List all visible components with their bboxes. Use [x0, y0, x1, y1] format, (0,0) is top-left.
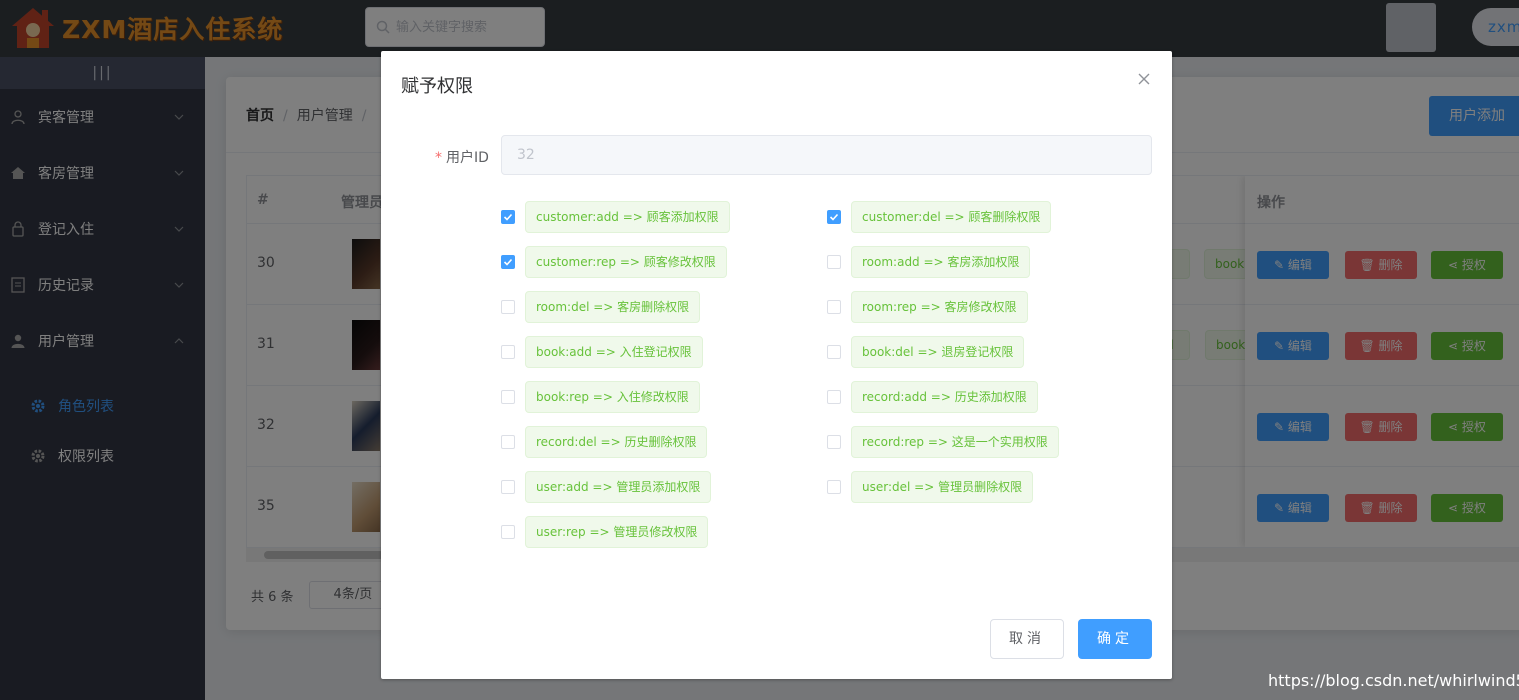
permission-option[interactable]: room:del => 客房删除权限: [501, 291, 701, 323]
permission-checkbox[interactable]: [501, 435, 515, 449]
permission-option[interactable]: room:rep => 客房修改权限: [827, 291, 1028, 323]
permission-checkbox[interactable]: [501, 255, 515, 269]
watermark: https://blog.csdn.net/whirlwind526: [1268, 671, 1519, 690]
permission-checkbox[interactable]: [501, 210, 515, 224]
permission-checkbox[interactable]: [827, 210, 841, 224]
permission-tag: customer:rep => 顾客修改权限: [525, 246, 727, 278]
user-id-field: 32: [501, 135, 1152, 175]
permission-checkbox[interactable]: [827, 345, 841, 359]
permission-option[interactable]: record:add => 历史添加权限: [827, 381, 1038, 413]
permission-checkbox[interactable]: [827, 390, 841, 404]
permission-option[interactable]: book:rep => 入住修改权限: [501, 381, 700, 413]
grant-permission-dialog: 赋予权限 * 用户ID 32 customer:add => 顾客添加权限 cust…: [381, 51, 1172, 679]
cancel-button[interactable]: 取消: [990, 619, 1064, 659]
close-icon[interactable]: [1136, 71, 1152, 87]
permission-option[interactable]: book:add => 入住登记权限: [501, 336, 703, 368]
confirm-button[interactable]: 确定: [1078, 619, 1152, 659]
permission-checkbox[interactable]: [501, 300, 515, 314]
permission-option[interactable]: user:del => 管理员删除权限: [827, 471, 1034, 503]
permission-tag: room:add => 客房添加权限: [851, 246, 1031, 278]
permission-tag: record:rep => 这是一个实用权限: [851, 426, 1059, 458]
permission-tag: room:rep => 客房修改权限: [851, 291, 1028, 323]
permission-tag: user:add => 管理员添加权限: [525, 471, 712, 503]
dialog-title: 赋予权限: [401, 76, 473, 97]
permission-option[interactable]: customer:del => 顾客删除权限: [827, 201, 1052, 233]
permission-tag: user:del => 管理员删除权限: [851, 471, 1034, 503]
permission-option[interactable]: book:del => 退房登记权限: [827, 336, 1025, 368]
permission-tag: book:del => 退房登记权限: [851, 336, 1025, 368]
permission-option[interactable]: customer:add => 顾客添加权限: [501, 201, 730, 233]
permission-checkbox[interactable]: [501, 390, 515, 404]
permission-checkbox[interactable]: [827, 300, 841, 314]
permission-option[interactable]: record:rep => 这是一个实用权限: [827, 426, 1059, 458]
permission-tag: user:rep => 管理员修改权限: [525, 516, 709, 548]
permission-option[interactable]: user:add => 管理员添加权限: [501, 471, 712, 503]
permission-tag: record:add => 历史添加权限: [851, 381, 1038, 413]
permission-checkbox[interactable]: [501, 480, 515, 494]
permission-option[interactable]: customer:rep => 顾客修改权限: [501, 246, 727, 278]
permission-tag: room:del => 客房删除权限: [525, 291, 701, 323]
permission-checkbox[interactable]: [501, 345, 515, 359]
permission-checkbox[interactable]: [827, 255, 841, 269]
permission-tag: customer:add => 顾客添加权限: [525, 201, 730, 233]
permission-tag: book:add => 入住登记权限: [525, 336, 703, 368]
permission-checkbox[interactable]: [501, 525, 515, 539]
permission-tag: customer:del => 顾客删除权限: [851, 201, 1052, 233]
permission-checkbox[interactable]: [827, 480, 841, 494]
permission-option[interactable]: room:add => 客房添加权限: [827, 246, 1031, 278]
permission-tag: book:rep => 入住修改权限: [525, 381, 700, 413]
permission-option[interactable]: user:rep => 管理员修改权限: [501, 516, 709, 548]
permission-checkbox[interactable]: [827, 435, 841, 449]
permission-option[interactable]: record:del => 历史删除权限: [501, 426, 708, 458]
user-id-label: * 用户ID: [435, 150, 489, 166]
permission-tag: record:del => 历史删除权限: [525, 426, 708, 458]
